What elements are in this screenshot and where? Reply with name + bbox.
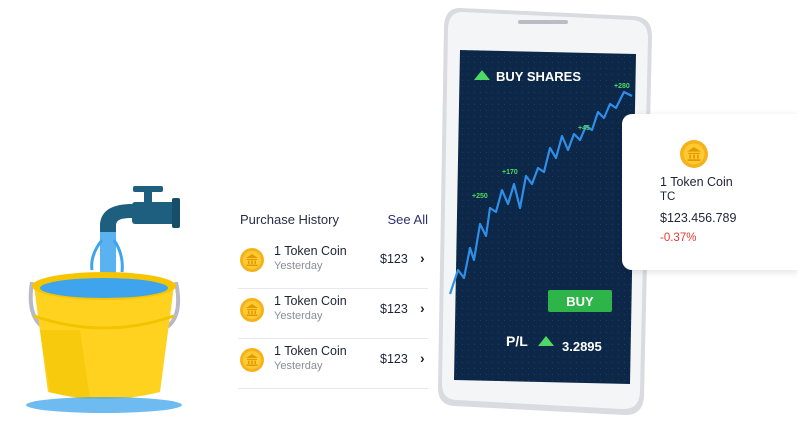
stock-info-card: 1 Token Coin TC $123.456.789 -0.37%	[622, 114, 798, 270]
pl-label: P/L	[506, 333, 528, 349]
chevron-right-icon[interactable]: ›	[420, 300, 425, 316]
chart-label: +170	[502, 169, 518, 176]
bank-coin-icon	[680, 140, 708, 168]
tap-bucket-illustration	[26, 186, 182, 413]
item-amount: $123	[380, 302, 408, 316]
purchase-history-row[interactable]: 1 Token Coin Yesterday $123 ›	[238, 238, 428, 289]
trading-screen	[454, 50, 636, 384]
item-name: 1 Token Coin	[274, 294, 347, 308]
item-name: 1 Token Coin	[274, 344, 347, 358]
bank-coin-icon	[240, 248, 264, 272]
speaker-grille	[518, 20, 568, 24]
buy-button-label: BUY	[566, 294, 594, 309]
purchase-history-title: Purchase History	[240, 212, 339, 227]
item-date: Yesterday	[274, 360, 323, 372]
coin-symbol: TC	[660, 191, 676, 203]
coin-price: $123.456.789	[660, 211, 737, 225]
coin-change: -0.37%	[660, 232, 697, 244]
buy-button[interactable]: BUY	[548, 290, 612, 312]
purchase-history-header: Purchase History See All	[240, 212, 428, 232]
chart-label: +280	[614, 83, 630, 90]
purchase-history-row[interactable]: 1 Token Coin Yesterday $123 ›	[238, 338, 428, 389]
item-amount: $123	[380, 252, 408, 266]
buy-shares-title: BUY SHARES	[496, 69, 581, 84]
see-all-link[interactable]: See All	[388, 212, 428, 227]
chart-label: +250	[472, 193, 488, 200]
item-name: 1 Token Coin	[274, 244, 347, 258]
purchase-history-row[interactable]: 1 Token Coin Yesterday $123 ›	[238, 288, 428, 339]
coin-name: 1 Token Coin	[660, 175, 733, 189]
purchase-history-card: Purchase History See All 1 Token Coin Ye…	[230, 198, 430, 393]
bank-coin-icon	[240, 348, 264, 372]
water-tap-icon	[100, 186, 180, 232]
chevron-right-icon[interactable]: ›	[420, 350, 425, 366]
item-date: Yesterday	[274, 310, 323, 322]
bucket-icon	[28, 272, 181, 400]
pl-value: 3.2895	[562, 339, 602, 354]
item-date: Yesterday	[274, 260, 323, 272]
water-puddle	[26, 397, 182, 413]
item-amount: $123	[380, 352, 408, 366]
chart-label: +45	[578, 125, 590, 132]
bank-coin-icon	[240, 298, 264, 322]
chevron-right-icon[interactable]: ›	[420, 250, 425, 266]
